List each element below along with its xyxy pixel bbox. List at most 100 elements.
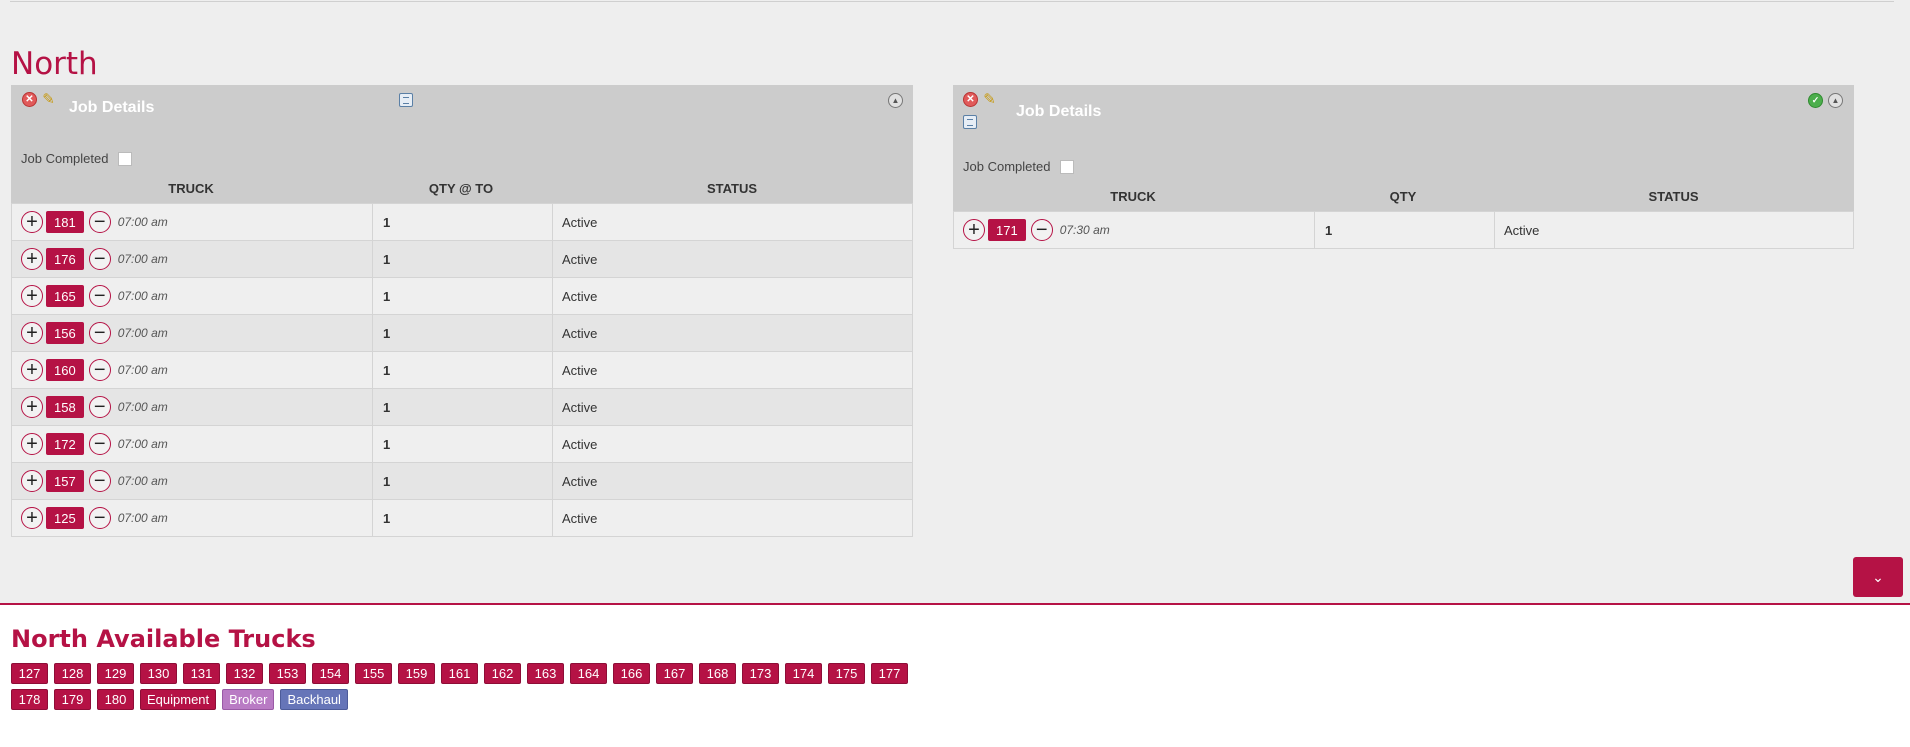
- available-truck-chip[interactable]: 180: [97, 689, 134, 710]
- copy-icon[interactable]: [963, 115, 977, 129]
- available-truck-chip[interactable]: 174: [785, 663, 822, 684]
- plus-icon[interactable]: +: [21, 322, 43, 344]
- column-header-qty: QTY: [1389, 189, 1417, 204]
- column-header-status: STATUS: [706, 181, 758, 196]
- broker-chip[interactable]: Broker: [222, 689, 275, 710]
- truck-badge[interactable]: 171: [988, 219, 1026, 241]
- table-row: +176−07:00 am 1 Active: [11, 240, 913, 278]
- plus-icon[interactable]: +: [21, 359, 43, 381]
- minus-icon[interactable]: −: [88, 433, 111, 455]
- truck-time: 07:00 am: [117, 437, 168, 451]
- plus-icon[interactable]: +: [21, 433, 43, 455]
- truck-badge[interactable]: 160: [46, 359, 84, 381]
- plus-icon[interactable]: +: [21, 285, 43, 307]
- truck-badge[interactable]: 181: [46, 211, 84, 233]
- truck-cell: +171−07:30 am: [953, 211, 1315, 249]
- status-cell: Active: [1494, 211, 1854, 249]
- minus-icon[interactable]: −: [88, 211, 111, 233]
- minus-icon[interactable]: −: [88, 359, 111, 381]
- pencil-icon[interactable]: ✎: [41, 91, 56, 108]
- pencil-icon[interactable]: ✎: [982, 91, 997, 108]
- qty-cell: 1: [372, 314, 553, 352]
- job-completed-checkbox[interactable]: [1060, 159, 1075, 174]
- available-trucks-title: North Available Trucks: [11, 625, 316, 653]
- minus-icon[interactable]: −: [88, 396, 111, 418]
- available-truck-chip[interactable]: 167: [656, 663, 693, 684]
- truck-cell: +160−07:00 am: [11, 351, 373, 389]
- truck-time: 07:00 am: [117, 400, 168, 414]
- available-truck-chip[interactable]: 153: [269, 663, 306, 684]
- table-row: +172−07:00 am 1 Active: [11, 425, 913, 463]
- truck-cell: +172−07:00 am: [11, 425, 373, 463]
- plus-icon[interactable]: +: [21, 396, 43, 418]
- truck-badge[interactable]: 172: [46, 433, 84, 455]
- plus-icon[interactable]: +: [21, 507, 43, 529]
- available-truck-chip[interactable]: 161: [441, 663, 478, 684]
- plus-icon[interactable]: +: [21, 248, 43, 270]
- minus-icon[interactable]: −: [1030, 219, 1053, 241]
- truck-badge[interactable]: 158: [46, 396, 84, 418]
- truck-badge[interactable]: 125: [46, 507, 84, 529]
- truck-badge[interactable]: 157: [46, 470, 84, 492]
- available-trucks-list: 127 128 129 130 131 132 153 154 155 159 161 162 163 1…: [11, 663, 911, 710]
- scroll-down-button[interactable]: ⌄: [1853, 557, 1903, 597]
- status-cell: Active: [552, 425, 913, 463]
- truck-badge[interactable]: 165: [46, 285, 84, 307]
- truck-badge[interactable]: 176: [46, 248, 84, 270]
- truck-cell: +125−07:00 am: [11, 499, 373, 537]
- available-truck-chip[interactable]: 129: [97, 663, 134, 684]
- plus-icon[interactable]: +: [963, 219, 985, 241]
- minus-icon[interactable]: −: [88, 248, 111, 270]
- status-cell: Active: [552, 499, 913, 537]
- available-truck-chip[interactable]: 132: [226, 663, 263, 684]
- available-truck-chip[interactable]: 166: [613, 663, 650, 684]
- qty-cell: 1: [372, 203, 553, 241]
- available-truck-chip[interactable]: 128: [54, 663, 91, 684]
- available-truck-chip[interactable]: 155: [355, 663, 392, 684]
- available-truck-chip[interactable]: 168: [699, 663, 736, 684]
- truck-time: 07:00 am: [117, 363, 168, 377]
- available-truck-chip[interactable]: 163: [527, 663, 564, 684]
- panel-header: ✕ ✎ Job Details ✓ ▲ Job Completed TRUCK …: [953, 85, 1854, 211]
- available-truck-chip[interactable]: 159: [398, 663, 435, 684]
- qty-cell: 1: [372, 351, 553, 389]
- plus-icon[interactable]: +: [21, 470, 43, 492]
- available-truck-chip[interactable]: 154: [312, 663, 349, 684]
- available-truck-chip[interactable]: 127: [11, 663, 48, 684]
- table-row: +171−07:30 am 1 Active: [953, 211, 1854, 249]
- available-truck-chip[interactable]: 175: [828, 663, 865, 684]
- qty-cell: 1: [372, 388, 553, 426]
- available-truck-chip[interactable]: 162: [484, 663, 521, 684]
- collapse-up-icon[interactable]: ▲: [1828, 93, 1843, 108]
- job-completed-field: Job Completed: [21, 151, 133, 166]
- available-truck-chip[interactable]: 177: [871, 663, 908, 684]
- copy-icon[interactable]: [399, 93, 413, 107]
- minus-icon[interactable]: −: [88, 507, 111, 529]
- minus-icon[interactable]: −: [88, 322, 111, 344]
- minus-icon[interactable]: −: [88, 470, 111, 492]
- plus-icon[interactable]: +: [21, 211, 43, 233]
- close-icon[interactable]: ✕: [963, 92, 978, 107]
- truck-time: 07:30 am: [1059, 223, 1110, 237]
- available-truck-chip[interactable]: 173: [742, 663, 779, 684]
- available-truck-chip[interactable]: 130: [140, 663, 177, 684]
- available-truck-chip[interactable]: 178: [11, 689, 48, 710]
- close-icon[interactable]: ✕: [22, 92, 37, 107]
- panel-title: Job Details: [69, 99, 155, 116]
- status-cell: Active: [552, 351, 913, 389]
- minus-icon[interactable]: −: [88, 285, 111, 307]
- truck-badge[interactable]: 156: [46, 322, 84, 344]
- job-completed-checkbox[interactable]: [118, 151, 133, 166]
- backhaul-chip[interactable]: Backhaul: [280, 689, 348, 710]
- check-icon[interactable]: ✓: [1808, 93, 1823, 108]
- truck-cell: +165−07:00 am: [11, 277, 373, 315]
- truck-cell: +158−07:00 am: [11, 388, 373, 426]
- status-cell: Active: [552, 277, 913, 315]
- available-truck-chip[interactable]: 179: [54, 689, 91, 710]
- status-cell: Active: [552, 388, 913, 426]
- equipment-chip[interactable]: Equipment: [140, 689, 217, 710]
- available-truck-chip[interactable]: 164: [570, 663, 607, 684]
- truck-time: 07:00 am: [117, 474, 168, 488]
- collapse-up-icon[interactable]: ▲: [888, 93, 903, 108]
- available-truck-chip[interactable]: 131: [183, 663, 220, 684]
